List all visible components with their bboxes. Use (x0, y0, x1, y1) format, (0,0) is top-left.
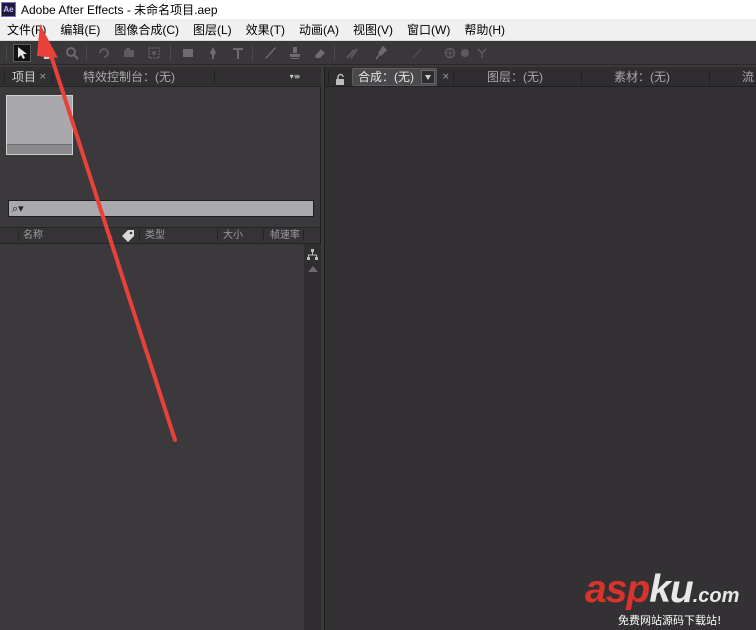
project-list-scrollbar[interactable] (304, 244, 321, 630)
menu-bar: 文件(F) 编辑(E) 图像合成(C) 图层(L) 效果(T) 动画(A) 视图… (0, 19, 756, 41)
project-panel: 项目 × 特效控制台：(无) ▾≡ ⌕▾ 名称 ▲ 类型 大小 帧速率 (0, 67, 321, 630)
pen-tool-icon[interactable] (204, 44, 222, 62)
menu-animation[interactable]: 动画(A) (292, 20, 346, 40)
column-separator (217, 230, 218, 241)
watermark-brand-white: ku (649, 568, 694, 611)
composition-dropdown-icon[interactable] (421, 70, 435, 84)
lock-icon[interactable] (334, 71, 347, 85)
toolbar-grip (6, 45, 7, 61)
menu-effect[interactable]: 效果(T) (239, 20, 292, 40)
tab-grip (4, 70, 5, 84)
tab-project-close-icon[interactable]: × (39, 67, 47, 87)
watermark-logo: aspku.com (585, 568, 739, 618)
hand-tool-icon[interactable] (38, 44, 56, 62)
eraser-tool-icon[interactable] (311, 44, 329, 62)
toolbar-separator (252, 45, 253, 61)
pan-behind-tool-icon[interactable] (145, 44, 163, 62)
tab-separator (214, 70, 215, 84)
app-icon: Ae (1, 2, 16, 17)
menu-help[interactable]: 帮助(H) (457, 20, 512, 40)
watermark-brand-red: asp (585, 568, 650, 611)
tab-separator (453, 70, 454, 84)
rectangle-mask-tool-icon[interactable] (179, 44, 197, 62)
column-name[interactable]: 名称 (23, 228, 43, 243)
project-column-header: 名称 ▲ 类型 大小 帧速率 (0, 227, 320, 244)
search-icon: ⌕▾ (12, 202, 24, 215)
column-separator (139, 230, 140, 241)
watermark-subtitle: 免费网站源码下载站! (618, 614, 722, 627)
watermark-brand-tld: .com (692, 585, 740, 607)
column-size[interactable]: 大小 (223, 228, 243, 243)
project-search-input[interactable]: ⌕▾ (8, 200, 314, 217)
zoom-tool-icon[interactable] (63, 44, 81, 62)
composition-tab-label: 合成：(无) (358, 70, 414, 84)
scroll-up-arrow-icon[interactable] (308, 266, 318, 272)
puppet-tool-icon[interactable] (372, 44, 390, 62)
menu-composition[interactable]: 图像合成(C) (107, 20, 186, 40)
tab-separator (581, 70, 582, 84)
tab-composition-close-icon[interactable]: × (442, 67, 450, 87)
menu-edit[interactable]: 编辑(E) (53, 20, 107, 40)
composition-viewer[interactable] (325, 87, 756, 630)
tab-separator (709, 70, 710, 84)
menu-file[interactable]: 文件(F) (0, 20, 53, 40)
axis-mode-world-icon[interactable] (456, 44, 474, 62)
tab-separator (52, 70, 53, 84)
puppet-pin-options-icon (408, 44, 426, 62)
toolbar-separator (334, 45, 335, 61)
roto-brush-tool-icon[interactable] (343, 44, 361, 62)
tab-project[interactable]: 项目 (12, 67, 36, 87)
type-tool-icon[interactable] (229, 44, 247, 62)
composition-panel: 合成：(无) × 图层：(无) 素材：(无) 流 (324, 67, 756, 630)
selection-tool-icon[interactable] (13, 44, 31, 62)
toolbar-separator (86, 45, 87, 61)
toolbar-separator (170, 45, 171, 61)
composition-panel-tabs: 合成：(无) × 图层：(无) 素材：(无) 流 (325, 67, 756, 87)
clone-stamp-tool-icon[interactable] (286, 44, 304, 62)
flowchart-icon[interactable] (306, 247, 319, 260)
project-thumbnail (6, 95, 73, 155)
tab-layer[interactable]: 图层：(无) (487, 67, 543, 87)
window-title: Adobe After Effects - 未命名项目.aep (21, 3, 218, 17)
after-effects-window: Ae Adobe After Effects - 未命名项目.aep 文件(F)… (0, 0, 756, 630)
tools-toolbar (0, 41, 756, 65)
rotation-tool-icon[interactable] (95, 44, 113, 62)
tab-composition[interactable]: 合成：(无) (352, 68, 437, 86)
tab-grip (328, 70, 329, 84)
column-type[interactable]: 类型 (145, 228, 165, 243)
menu-view[interactable]: 视图(V) (346, 20, 400, 40)
column-separator (303, 230, 304, 241)
menu-window[interactable]: 窗口(W) (400, 20, 457, 40)
brush-tool-icon[interactable] (261, 44, 279, 62)
thumbnail-strip (7, 144, 72, 154)
tab-effect-controls[interactable]: 特效控制台：(无) (83, 67, 175, 87)
axis-mode-view-icon[interactable] (473, 44, 491, 62)
camera-tool-icon[interactable] (120, 44, 138, 62)
watermark: aspku.com 免费网站源码下载站! (582, 568, 756, 630)
title-bar: Ae Adobe After Effects - 未命名项目.aep (0, 0, 756, 19)
tab-footage[interactable]: 素材：(无) (614, 67, 670, 87)
column-separator (18, 230, 19, 241)
menu-layer[interactable]: 图层(L) (186, 20, 239, 40)
column-separator (263, 230, 264, 241)
label-tag-icon[interactable] (121, 228, 135, 243)
tab-flowchart[interactable]: 流 (742, 67, 754, 87)
project-items-list[interactable] (0, 244, 304, 630)
column-frame-rate[interactable]: 帧速率 (270, 228, 300, 243)
project-panel-tabs: 项目 × 特效控制台：(无) ▾≡ (0, 67, 321, 87)
sort-ascending-icon[interactable]: ▲ (106, 228, 114, 243)
panel-menu-icon[interactable]: ▾≡ (288, 71, 302, 83)
